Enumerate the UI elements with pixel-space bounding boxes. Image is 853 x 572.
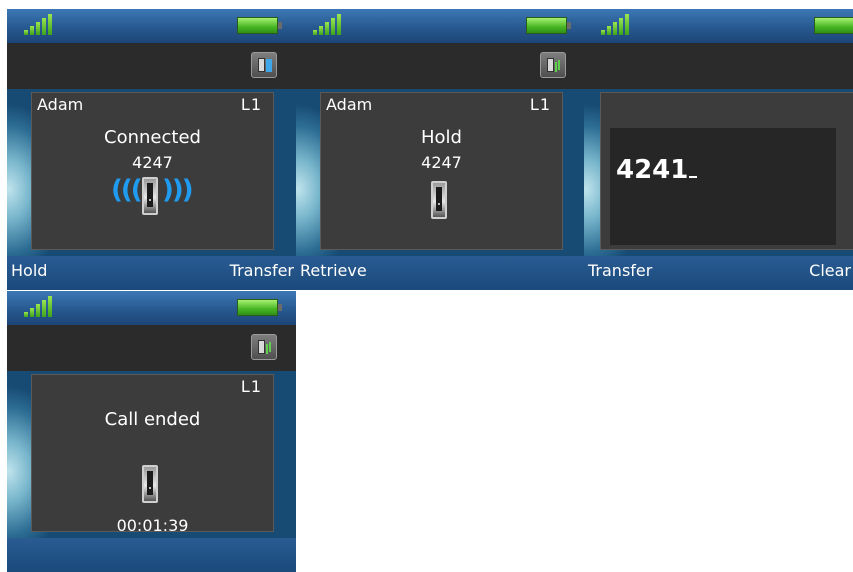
phone-screen-hold: Adam L1 Hold 4247 Retrieve	[296, 9, 585, 290]
handset-icon	[142, 177, 158, 215]
handset-icon	[431, 181, 447, 219]
softkey-bar: Retrieve	[296, 256, 585, 290]
entry-value: 4241	[616, 155, 698, 185]
title-bar	[7, 325, 296, 371]
phone-screen-connected: Adam L1 Connected 4247 ((( ))) Hold Tran…	[7, 9, 296, 290]
call-state-label: Hold	[421, 127, 462, 148]
phone-number: 4247	[132, 153, 173, 172]
call-hold-icon	[251, 334, 277, 360]
status-bar	[7, 9, 296, 43]
softkey-right[interactable]: Transfer	[230, 256, 294, 286]
title-bar	[296, 43, 585, 89]
softkey-left[interactable]: Transfer	[588, 256, 652, 286]
status-bar	[584, 9, 853, 43]
battery-icon	[814, 17, 853, 34]
softkey-left[interactable]: Retrieve	[300, 256, 367, 286]
line-indicator: L1	[529, 95, 551, 114]
call-hold-icon	[540, 52, 566, 78]
call-active-waves-icon-right: )))	[162, 175, 194, 205]
call-state-label: Call ended	[104, 409, 201, 430]
phone-number: 4247	[421, 153, 462, 172]
contact-name: Adam	[37, 95, 84, 114]
handset-icon	[142, 465, 158, 503]
phone-screen-transfer-entry: 4241 Transfer Clear	[584, 9, 853, 290]
call-transfer-icon	[251, 52, 277, 78]
line-indicator: L1	[240, 377, 262, 396]
battery-icon	[237, 17, 282, 34]
title-bar	[7, 43, 296, 89]
call-state-label: Connected	[104, 127, 201, 148]
softkey-right[interactable]: Clear	[809, 256, 851, 286]
status-bar	[296, 9, 585, 43]
status-bar	[7, 291, 296, 325]
text-cursor	[689, 176, 698, 178]
phone-screen-call-ended: L1 Call ended 00:01:39	[7, 291, 296, 572]
call-card: Adam L1 Connected 4247 ((( )))	[31, 92, 274, 250]
call-active-waves-icon: (((	[111, 175, 143, 205]
battery-icon	[526, 17, 571, 34]
line-indicator: L1	[240, 95, 262, 114]
number-entry-field[interactable]: 4241	[610, 128, 836, 245]
contact-name: Adam	[326, 95, 373, 114]
softkey-left[interactable]: Hold	[11, 256, 47, 286]
title-bar	[584, 43, 853, 89]
softkey-bar: Hold Transfer	[7, 256, 296, 290]
call-card: Adam L1 Hold 4247	[320, 92, 563, 250]
call-card: L1 Call ended 00:01:39	[31, 374, 274, 535]
battery-icon	[237, 299, 282, 316]
call-duration: 00:01:39	[116, 516, 189, 535]
softkey-bar: Transfer Clear	[584, 256, 853, 290]
